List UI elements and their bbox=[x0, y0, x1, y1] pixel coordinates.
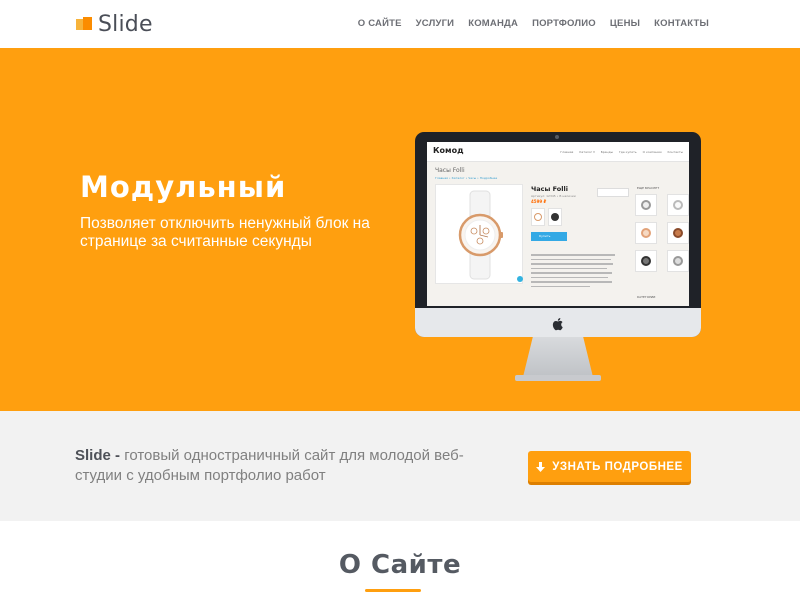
slide-logo-icon bbox=[76, 16, 92, 32]
nav-link-contacts[interactable]: КОНТАКТЫ bbox=[654, 18, 709, 29]
intro-brand: Slide - bbox=[75, 447, 121, 464]
screen-nav-item: Где купить bbox=[618, 150, 637, 154]
screen-buy-button: Купить bbox=[531, 232, 567, 241]
nav-link-portfolio[interactable]: ПОРТФОЛИО bbox=[532, 18, 596, 29]
monitor-screen: Комод Главная Каталог ▾ Бренды Где купит… bbox=[427, 142, 689, 306]
about-section-title: О Сайте bbox=[338, 550, 462, 580]
screen-nav-item: Контакты bbox=[667, 150, 683, 154]
screen-nav: Главная Каталог ▾ Бренды Где купить О ко… bbox=[554, 150, 683, 154]
title-underline bbox=[365, 589, 421, 592]
screen-product-meta: Артикул: 12345 • В наличии bbox=[531, 194, 576, 198]
camera-dot bbox=[555, 135, 559, 139]
thumbnail bbox=[548, 208, 562, 226]
rating-stars bbox=[597, 188, 629, 197]
nav-link-prices[interactable]: ЦЕНЫ bbox=[610, 18, 640, 29]
screen-nav-item: О компании bbox=[642, 150, 662, 154]
monitor-mockup: Комод Главная Каталог ▾ Бренды Где купит… bbox=[415, 132, 701, 388]
screen-sidebar-watches bbox=[635, 194, 689, 272]
nav-link-services[interactable]: УСЛУГИ bbox=[416, 18, 455, 29]
screen-sidebar-bottom: КАТЕГОРИИ bbox=[637, 295, 656, 299]
nav-link-about[interactable]: О САЙТЕ bbox=[358, 18, 402, 29]
screen-description bbox=[531, 254, 615, 290]
hero-title: Модульный bbox=[80, 170, 287, 204]
sidebar-thumb bbox=[667, 222, 689, 244]
logo-text: Slide bbox=[98, 11, 153, 37]
product-photo bbox=[435, 184, 523, 284]
learn-more-button[interactable]: УЗНАТЬ ПОДРОБНЕЕ bbox=[528, 451, 691, 482]
hero-subtitle: Позволяет отключить ненужный блок на стр… bbox=[80, 215, 370, 250]
screen-nav-item: Бренды bbox=[600, 150, 613, 154]
screen-nav-item: Главная bbox=[560, 150, 574, 154]
screen-breadcrumbs: Главная • Каталог • Часы • Подробнее bbox=[435, 176, 498, 180]
main-nav: О САЙТЕ УСЛУГИ КОМАНДА ПОРТФОЛИО ЦЕНЫ КО… bbox=[344, 18, 709, 29]
sidebar-thumb bbox=[635, 194, 657, 216]
intro-description: готовый одностраничный сайт для молодой … bbox=[75, 447, 464, 484]
intro-text: Slide - готовый одностраничный сайт для … bbox=[75, 446, 475, 486]
learn-more-label: УЗНАТЬ ПОДРОБНЕЕ bbox=[552, 460, 683, 473]
monitor-base bbox=[515, 375, 601, 381]
sidebar-thumb bbox=[667, 194, 689, 216]
hero-section: Модульный Позволяет отключить ненужный б… bbox=[0, 48, 800, 411]
sidebar-thumb bbox=[635, 250, 657, 272]
watch-image bbox=[458, 190, 503, 280]
sidebar-thumb bbox=[635, 222, 657, 244]
screen-header: Комод Главная Каталог ▾ Бренды Где купит… bbox=[427, 142, 689, 162]
zoom-icon bbox=[517, 276, 523, 282]
product-thumbnails bbox=[531, 208, 562, 226]
header: Slide О САЙТЕ УСЛУГИ КОМАНДА ПОРТФОЛИО Ц… bbox=[0, 0, 800, 48]
screen-sidebar-title: ЕЩЕ БРАСЛЕТ bbox=[637, 186, 660, 190]
thumbnail bbox=[531, 208, 545, 226]
arrow-down-icon bbox=[536, 461, 546, 472]
intro-band: Slide - готовый одностраничный сайт для … bbox=[0, 411, 800, 521]
screen-logo: Комод bbox=[433, 146, 464, 155]
sidebar-thumb bbox=[667, 250, 689, 272]
screen-page-title: Часы Folli bbox=[435, 167, 465, 174]
screen-product-name: Часы Folli bbox=[531, 185, 568, 193]
screen-nav-item: Каталог ▾ bbox=[579, 150, 595, 154]
nav-link-team[interactable]: КОМАНДА bbox=[468, 18, 518, 29]
site-logo[interactable]: Slide bbox=[76, 10, 153, 38]
apple-logo-icon bbox=[552, 318, 563, 331]
screen-product-price: 4599 ₽ bbox=[531, 199, 547, 204]
monitor-stand bbox=[523, 337, 593, 377]
